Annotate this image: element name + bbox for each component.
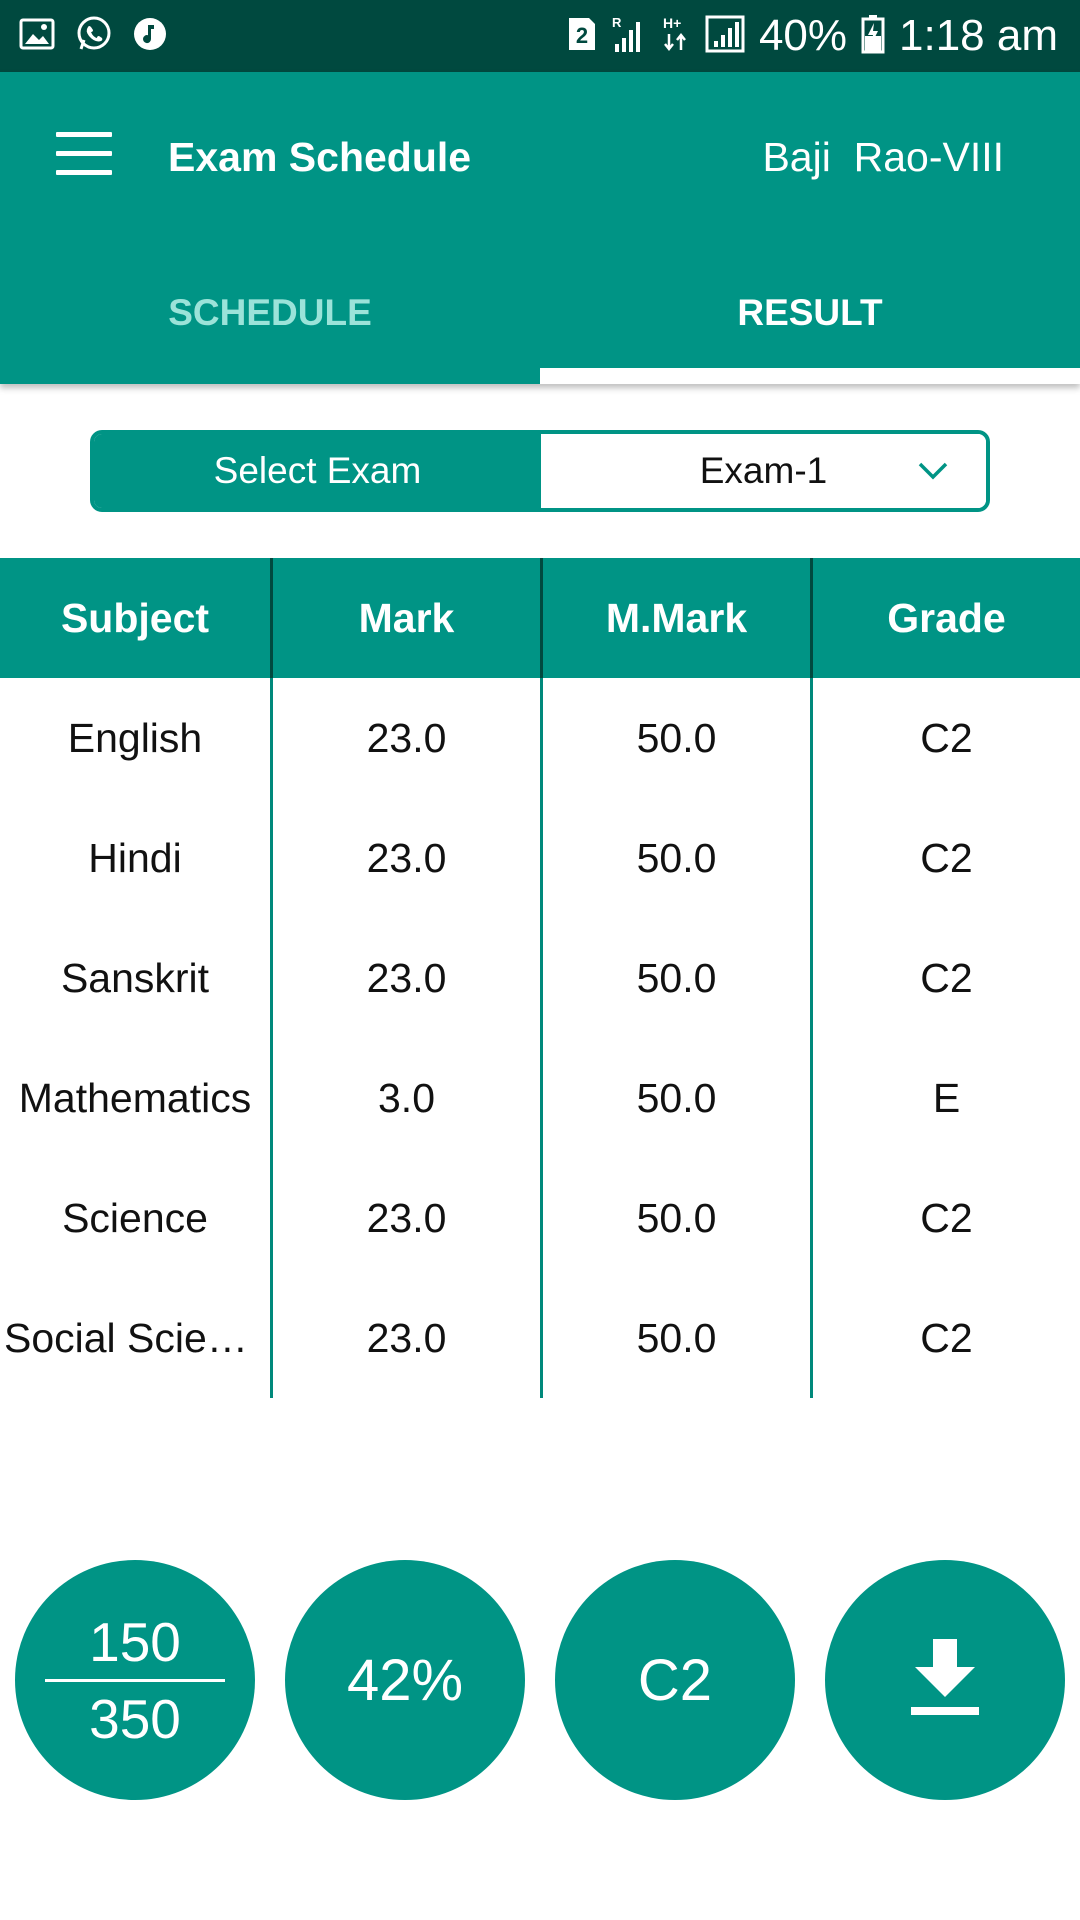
cell-mark: 23.0 <box>270 798 540 918</box>
cell-grade: C2 <box>810 798 1080 918</box>
percentage-badge: 42% <box>285 1560 525 1800</box>
table-row: Science 23.0 50.0 C2 <box>0 1158 1080 1278</box>
total-marks-badge: 150 350 <box>15 1560 255 1800</box>
cell-mark: 3.0 <box>270 1038 540 1158</box>
cell-subject: Social Scien… <box>0 1278 270 1398</box>
music-icon <box>132 16 168 57</box>
cell-max-mark: 50.0 <box>540 678 810 798</box>
column-header-max-mark: M.Mark <box>540 558 810 678</box>
menu-button[interactable] <box>56 132 112 176</box>
cell-max-mark: 50.0 <box>540 798 810 918</box>
cell-grade: C2 <box>810 678 1080 798</box>
hamburger-icon-bar <box>56 151 112 156</box>
active-tab-indicator <box>540 368 1080 384</box>
chevron-down-icon <box>916 454 950 488</box>
page-title: Exam Schedule <box>168 134 472 180</box>
select-exam-label: Select Exam <box>94 434 541 508</box>
total-marks: 350 <box>89 1687 181 1750</box>
results-table: Subject Mark M.Mark Grade English 23.0 5… <box>0 558 1080 1398</box>
roaming-signal-icon: R <box>611 14 647 59</box>
svg-text:H+: H+ <box>663 15 681 31</box>
cell-mark: 23.0 <box>270 1158 540 1278</box>
cell-grade: C2 <box>810 1158 1080 1278</box>
cell-mark: 23.0 <box>270 1278 540 1398</box>
hamburger-icon-bar <box>56 132 112 137</box>
tab-result-label: RESULT <box>737 292 883 333</box>
svg-text:2: 2 <box>576 23 588 48</box>
cell-subject-text: Sanskrit <box>60 954 210 1001</box>
cell-subject-text: Science <box>62 1194 208 1241</box>
column-header-grade: Grade <box>810 558 1080 678</box>
column-header-subject: Subject <box>60 594 210 641</box>
cell-grade: C2 <box>810 1278 1080 1398</box>
cell-subject-text: Social Scien… <box>4 1314 266 1361</box>
cell-max-mark: 50.0 <box>540 1038 810 1158</box>
exam-selector: Select Exam Exam-1 <box>90 430 990 512</box>
clock: 1:18 am <box>899 11 1058 60</box>
cell-subject: English <box>0 678 270 798</box>
cell-mark: 23.0 <box>270 678 540 798</box>
table-row: Sanskrit 23.0 50.0 C2 <box>0 918 1080 1038</box>
svg-text:R: R <box>612 15 622 30</box>
battery-charging-icon <box>861 14 885 59</box>
tab-schedule-label: SCHEDULE <box>168 292 372 333</box>
system-icons: 2 R H+ 40% 1:18 am <box>567 0 1058 72</box>
notification-icons <box>18 14 168 59</box>
hamburger-icon-bar <box>56 170 112 175</box>
tab-result[interactable]: RESULT <box>540 272 1080 384</box>
gallery-icon <box>18 15 56 58</box>
column-header-mark: Mark <box>270 558 540 678</box>
battery-percentage: 40% <box>758 11 848 60</box>
tab-bar: SCHEDULE RESULT <box>0 272 1080 384</box>
data-network-icon: H+ <box>661 14 691 59</box>
cell-subject: Hindi <box>0 798 270 918</box>
exam-dropdown[interactable]: Exam-1 <box>541 434 986 508</box>
table-row: Hindi 23.0 50.0 C2 <box>0 798 1080 918</box>
app-bar: Exam Schedule Baji Rao-VIII SCHEDULE RES… <box>0 72 1080 384</box>
cell-subject: Science <box>0 1158 270 1278</box>
cell-max-mark: 50.0 <box>540 1278 810 1398</box>
cell-subject-text: English <box>67 714 203 761</box>
sim-2-icon: 2 <box>567 16 597 57</box>
tab-schedule[interactable]: SCHEDULE <box>0 272 540 384</box>
table-header: Subject Mark M.Mark Grade <box>0 558 1080 678</box>
whatsapp-icon <box>74 14 114 59</box>
obtained-marks: 150 <box>89 1610 181 1673</box>
cell-mark: 23.0 <box>270 918 540 1038</box>
overall-grade-badge: C2 <box>555 1560 795 1800</box>
table-row: English 23.0 50.0 C2 <box>0 678 1080 798</box>
fraction-divider <box>45 1678 225 1682</box>
result-summary: 150 350 42% C2 <box>0 1560 1080 1800</box>
download-icon <box>905 1633 985 1728</box>
cell-subject: Sanskrit <box>0 918 270 1038</box>
marks-fraction: 150 350 <box>45 1611 225 1750</box>
table-row: Social Scien… 23.0 50.0 C2 <box>0 1278 1080 1398</box>
signal-strength-icon <box>705 14 745 59</box>
download-button[interactable] <box>825 1560 1065 1800</box>
cell-max-mark: 50.0 <box>540 918 810 1038</box>
exam-dropdown-value: Exam-1 <box>699 450 828 491</box>
cell-max-mark: 50.0 <box>540 1158 810 1278</box>
cell-subject-text: Mathematics <box>18 1074 252 1121</box>
cell-subject-text: Hindi <box>88 834 182 881</box>
percentage-value: 42% <box>346 1647 464 1713</box>
student-name: Baji Rao-VIII <box>762 134 1004 180</box>
table-row: Mathematics 3.0 50.0 E <box>0 1038 1080 1158</box>
cell-grade: C2 <box>810 918 1080 1038</box>
overall-grade-value: C2 <box>637 1647 713 1713</box>
cell-subject: Mathematics <box>0 1038 270 1158</box>
status-bar: 2 R H+ 40% 1:18 am <box>0 0 1080 72</box>
cell-grade: E <box>810 1038 1080 1158</box>
